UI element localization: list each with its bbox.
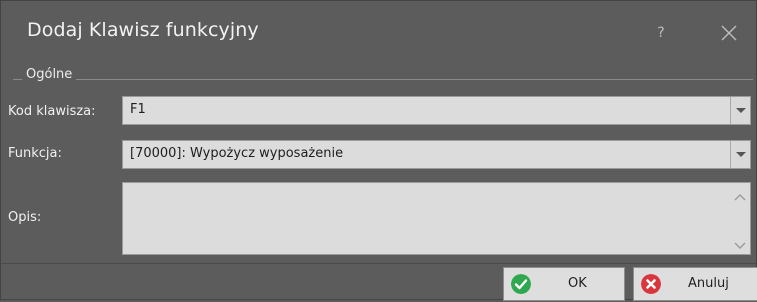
function-value: [70000]: Wypożycz wyposażenie [130, 146, 344, 161]
title-bar: Dodaj Klawisz funkcyjny ? [1, 1, 756, 61]
scroll-down-button[interactable] [733, 236, 747, 249]
description-textarea[interactable] [122, 182, 751, 255]
key-code-select[interactable]: F1 [122, 96, 751, 125]
function-label: Funkcja: [8, 146, 62, 161]
function-select[interactable]: [70000]: Wypożycz wyposażenie [122, 140, 751, 169]
cancel-button[interactable]: Anuluj [633, 267, 757, 301]
cancel-button-label: Anuluj [688, 276, 729, 291]
key-code-dropdown-button[interactable] [730, 97, 750, 124]
dialog-title: Dodaj Klawisz funkcyjny [27, 19, 259, 41]
close-button[interactable] [717, 21, 741, 45]
description-label: Opis: [8, 210, 42, 225]
chevron-down-icon [736, 108, 746, 113]
close-icon [721, 25, 737, 41]
add-function-key-dialog: Dodaj Klawisz funkcyjny ? Ogólne Kod kla… [0, 0, 757, 301]
chevron-up-icon [734, 194, 746, 201]
help-button[interactable]: ? [651, 23, 671, 43]
function-dropdown-button[interactable] [730, 141, 750, 168]
check-icon [511, 274, 531, 294]
ok-button[interactable]: OK [503, 267, 625, 301]
cancel-icon [641, 274, 661, 294]
key-code-label: Kod klawisza: [8, 104, 96, 119]
scroll-up-button[interactable] [733, 189, 747, 201]
general-group-legend: Ogólne [22, 67, 77, 82]
chevron-down-icon [736, 152, 746, 157]
key-code-value: F1 [130, 102, 146, 117]
ok-button-label: OK [568, 276, 587, 291]
chevron-down-icon [734, 242, 746, 249]
